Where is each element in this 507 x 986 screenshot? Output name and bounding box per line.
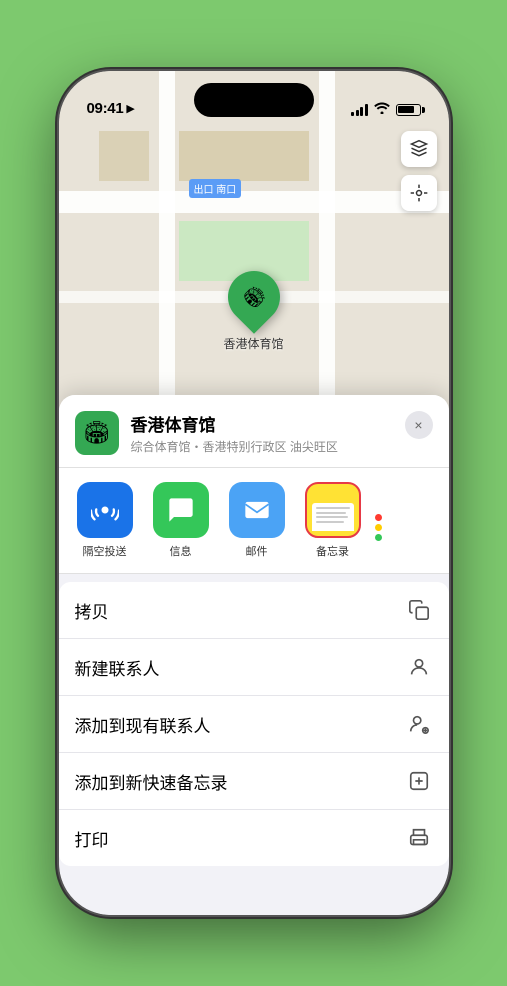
status-icons (351, 102, 421, 117)
dot-yellow (375, 524, 382, 531)
pin-circle: 🏟 (217, 260, 291, 334)
venue-header: 🏟 香港体育馆 综合体育馆・香港特别行政区 油尖旺区 × (59, 395, 449, 468)
more-apps-dots[interactable] (375, 482, 382, 559)
map-exit-label: 出口 南口 (189, 179, 242, 198)
signal-bar-2 (356, 110, 359, 116)
quick-note-label: 添加到新快速备忘录 (75, 769, 228, 794)
notes-icon (305, 482, 361, 538)
action-list: 拷贝 新建联系人 (59, 582, 449, 866)
action-print[interactable]: 打印 (59, 810, 449, 866)
message-icon (153, 482, 209, 538)
status-time: 09:41 (87, 100, 124, 117)
quick-note-icon (405, 767, 433, 795)
wifi-icon (374, 102, 390, 117)
map-layers-button[interactable] (401, 131, 437, 167)
venue-info: 香港体育馆 综合体育馆・香港特别行政区 油尖旺区 (131, 411, 393, 455)
airdrop-icon (77, 482, 133, 538)
print-icon (405, 824, 433, 852)
add-existing-label: 添加到现有联系人 (75, 712, 211, 737)
location-icon: ▶ (126, 102, 134, 115)
action-new-contact[interactable]: 新建联系人 (59, 639, 449, 696)
share-item-mail[interactable]: 邮件 (223, 482, 291, 559)
action-add-existing-contact[interactable]: 添加到现有联系人 (59, 696, 449, 753)
signal-bars (351, 104, 368, 116)
map-block-1 (179, 131, 309, 181)
dot-green (375, 534, 382, 541)
new-contact-label: 新建联系人 (75, 655, 160, 680)
battery-icon (396, 104, 421, 116)
map-block-3 (99, 131, 149, 181)
map-pin: 🏟 香港体育馆 (223, 271, 283, 352)
venue-close-button[interactable]: × (405, 411, 433, 439)
copy-label: 拷贝 (75, 598, 109, 623)
exit-prefix: 出口 (194, 185, 217, 196)
add-contact-icon (405, 710, 433, 738)
signal-bar-3 (360, 107, 363, 116)
road-horizontal-1 (59, 191, 449, 213)
pin-label: 香港体育馆 (223, 335, 283, 352)
message-label: 信息 (170, 543, 192, 559)
battery-fill (398, 106, 414, 113)
bottom-sheet: 🏟 香港体育馆 综合体育馆・香港特别行政区 油尖旺区 × (59, 395, 449, 915)
dot-red (375, 514, 382, 521)
dynamic-island (194, 83, 314, 117)
pin-inner: 🏟 (235, 279, 271, 315)
mail-label: 邮件 (246, 543, 268, 559)
share-item-notes[interactable]: 备忘录 (299, 482, 367, 559)
print-label: 打印 (75, 826, 109, 851)
copy-icon (405, 596, 433, 624)
mail-icon (229, 482, 285, 538)
new-contact-icon (405, 653, 433, 681)
venue-description: 综合体育馆・香港特别行政区 油尖旺区 (131, 438, 393, 455)
share-row: 隔空投送 信息 (59, 468, 449, 574)
signal-bar-4 (365, 104, 368, 116)
phone-screen: 09:41 ▶ (59, 71, 449, 915)
venue-name: 香港体育馆 (131, 411, 393, 436)
action-add-quick-note[interactable]: 添加到新快速备忘录 (59, 753, 449, 810)
notes-label: 备忘录 (316, 543, 349, 559)
share-item-message[interactable]: 信息 (147, 482, 215, 559)
venue-icon: 🏟 (75, 411, 119, 455)
phone-frame: 09:41 ▶ (59, 71, 449, 915)
signal-bar-1 (351, 112, 354, 116)
airdrop-label: 隔空投送 (83, 543, 127, 559)
action-copy[interactable]: 拷贝 (59, 582, 449, 639)
pin-stadium-icon: 🏟 (239, 283, 268, 312)
map-location-button[interactable] (401, 175, 437, 211)
share-item-airdrop[interactable]: 隔空投送 (71, 482, 139, 559)
